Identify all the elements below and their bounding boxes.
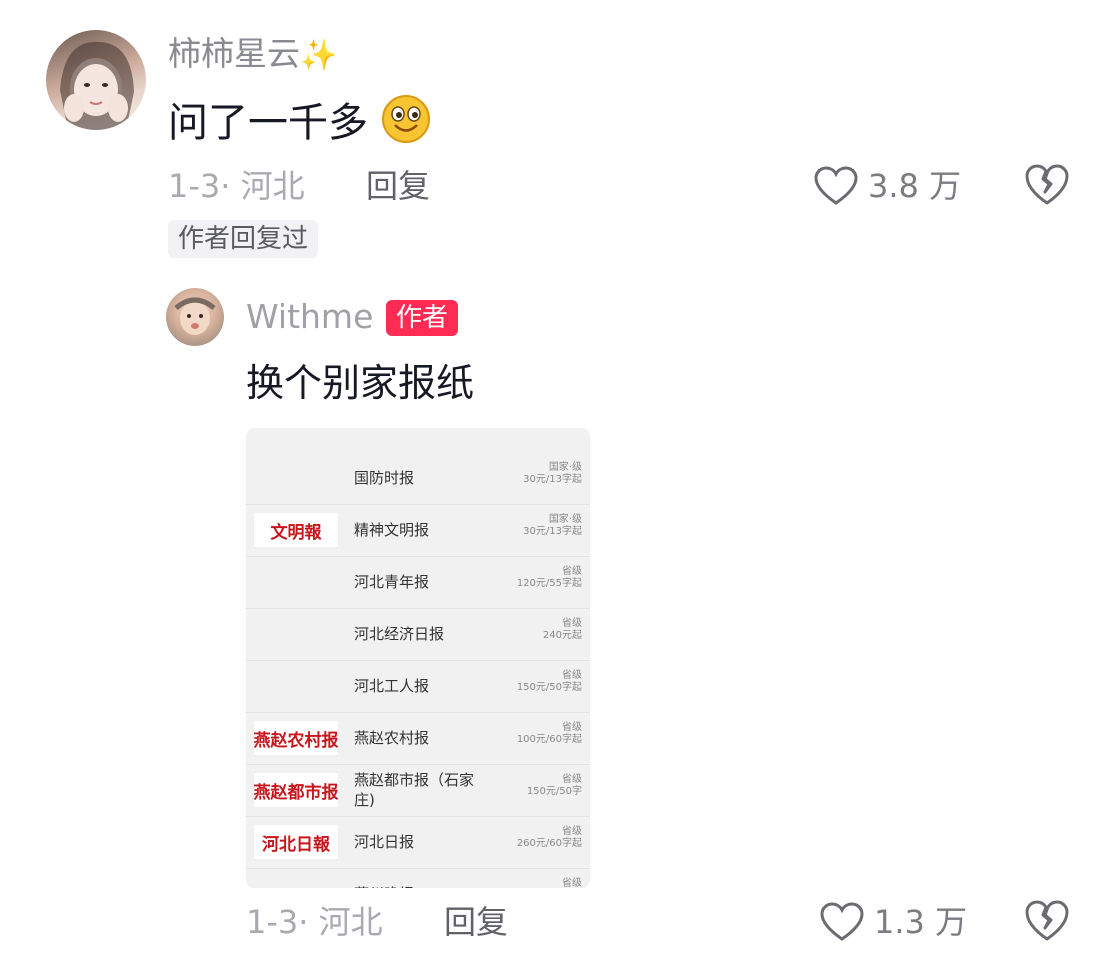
paper-price-value: 120元/55字起 [516,578,582,589]
reply-date-location: 1-3· 河北 [246,903,383,941]
broken-heart-icon [1025,164,1069,205]
comment-like-button[interactable]: 3.8 万 [814,164,974,208]
paper-name: 河北青年报 [354,573,430,591]
paper-price-value: 150元/50字起 [516,682,582,693]
sparkle-emoji: ✨ [300,38,338,73]
paper-price-value: 240元起 [542,630,582,641]
paper-price: 省级 120元/55字起 [492,566,582,590]
reply-like-count: 1.3 万 [874,903,968,941]
paper-name: 河北工人报 [354,677,430,695]
reply-reply-button[interactable]: 回复 [444,902,508,942]
paper-price-value: 150元/50字 [526,786,582,797]
paper-price: 省级 260元/60字起 [492,826,582,850]
comment-dislike-button[interactable] [1024,164,1070,208]
heart-icon [814,166,858,205]
paper-name: 河北日报 [354,833,415,851]
paper-row: 国防时报 国家·级 30元/13字起 [246,452,590,505]
paper-level: 省级 [562,618,582,629]
paper-row: 燕赵都市报 燕赵都市报（石家庄) 省级 150元/50字 [246,764,590,817]
paper-price: 国家·级 30元/13字起 [492,514,582,538]
reply-text: 换个别家报纸 [246,361,475,405]
paper-price-value: 260元/60字起 [516,838,582,849]
paper-name: 燕州晚报 [354,868,474,888]
paper-level: 国家·级 [548,462,582,473]
paper-price-value: 30元/13字起 [523,474,582,485]
paper-row: 河北工人报 省级 150元/50字起 [246,660,590,713]
author-badge: 作者 [386,300,459,336]
paper-level: 省级 [562,722,582,733]
paper-name: 河北经济日报 [354,625,445,643]
reply-avatar[interactable] [166,288,224,346]
paper-price-value: 30元/13字起 [523,526,582,537]
avatar-image [60,41,134,130]
paper-row: 河北日報 河北日报 省级 260元/60字起 [246,816,590,869]
reply-avatar-image [174,297,216,335]
comment-like-count: 3.8 万 [868,167,962,205]
paper-row: 燕州晚报省级 [246,868,590,888]
paper-level: 省级 [562,566,582,577]
paper-name: 燕赵农村报 [354,729,430,747]
reply-username[interactable]: Withme [246,296,373,338]
comment-text: 问了一千多 [168,94,431,147]
paper-logo: 河北日報 [254,825,338,859]
broken-heart-icon [1025,900,1069,941]
comment-date-location: 1-3· 河北 [168,167,305,205]
paper-price-value: 100元/60字起 [516,734,582,745]
smile-emoji-icon [381,94,431,144]
paper-price: 省级 [492,878,582,888]
reply-like-button[interactable]: 1.3 万 [820,900,980,944]
paper-logo: 文明報 [254,513,338,547]
newspaper-image[interactable]: 国防时报 国家·级 30元/13字起 文明報 精神文明报 国家·级 30元/13字起 河北青年… [246,428,590,888]
paper-price: 国家·级 30元/13字起 [492,462,582,486]
author-replied-tag: 作者回复过 [168,220,319,258]
paper-row: 河北青年报 省级 120元/55字起 [246,556,590,609]
comment-username[interactable]: 柿柿星云✨ [168,34,337,76]
paper-price: 省级 150元/50字 [492,774,582,798]
paper-level: 省级 [562,826,582,837]
paper-level: 国家·级 [548,514,582,525]
paper-level: 省级 [562,774,582,785]
paper-name: 燕赵都市报（石家庄) [354,771,475,809]
paper-price: 省级 150元/50字起 [492,670,582,694]
paper-row: 河北经济日报 省级 240元起 [246,608,590,661]
paper-name: 国防时报 [354,469,415,487]
username-text: 柿柿星云 [168,34,300,73]
comment-reply-button[interactable]: 回复 [366,166,430,206]
paper-level: 省级 [562,670,582,681]
paper-row: 文明報 精神文明报 国家·级 30元/13字起 [246,504,590,557]
paper-row: 燕赵农村报 燕赵农村报 省级 100元/60字起 [246,712,590,765]
paper-level: 省级 [562,878,582,888]
paper-logo: 燕赵农村报 [254,721,338,755]
paper-name: 精神文明报 [354,521,430,539]
paper-price: 省级 240元起 [492,618,582,642]
paper-price: 省级 100元/60字起 [492,722,582,746]
avatar[interactable] [46,30,146,130]
paper-logo: 燕赵都市报 [254,773,338,807]
comment-text-content: 问了一千多 [168,100,368,146]
heart-icon [820,902,864,941]
reply-dislike-button[interactable] [1024,900,1070,944]
